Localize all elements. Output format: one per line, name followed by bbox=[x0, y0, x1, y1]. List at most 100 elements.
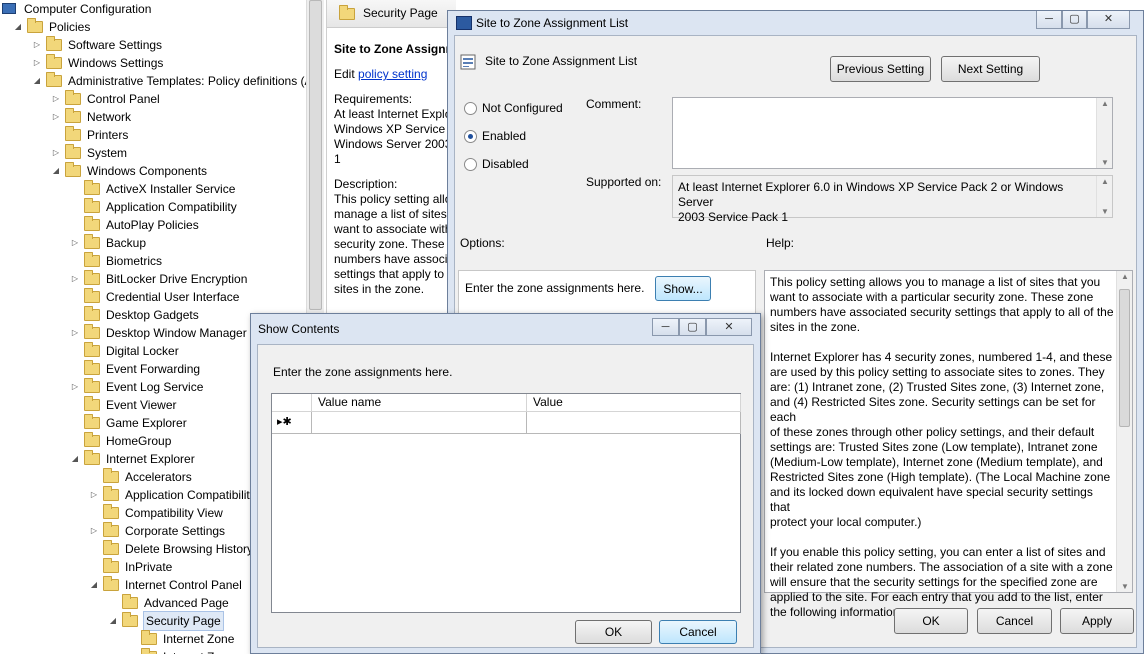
sc-cancel-button[interactable]: Cancel bbox=[659, 620, 737, 644]
collapsed-arrow-icon[interactable]: ▷ bbox=[51, 144, 61, 162]
collapsed-arrow-icon[interactable]: ▷ bbox=[51, 108, 61, 126]
tree-item[interactable]: ▷ BitLocker Drive Encryption bbox=[0, 270, 306, 288]
tree-item[interactable]: ▷ System bbox=[0, 144, 306, 162]
value-column-header[interactable]: Value bbox=[527, 394, 741, 412]
tree-item[interactable]: ▷ Control Panel bbox=[0, 90, 306, 108]
expanded-arrow-icon[interactable]: ◢ bbox=[108, 612, 118, 630]
value-grid[interactable]: Value name Value ▸✱ bbox=[271, 393, 741, 613]
expanded-arrow-icon[interactable]: ◢ bbox=[89, 576, 99, 594]
value-cell[interactable] bbox=[527, 412, 741, 434]
scroll-down-icon[interactable]: ▼ bbox=[1097, 207, 1113, 216]
tree-item-label: Windows Settings bbox=[68, 56, 164, 70]
enabled-radio[interactable] bbox=[464, 130, 477, 143]
expanded-arrow-icon[interactable]: ◢ bbox=[51, 162, 61, 180]
apply-button[interactable]: Apply bbox=[1060, 608, 1134, 634]
tree-item[interactable]: ◢ Administrative Templates: Policy defini… bbox=[0, 72, 306, 90]
tree-item[interactable]: Printers bbox=[0, 126, 306, 144]
collapsed-arrow-icon[interactable]: ▷ bbox=[51, 90, 61, 108]
tree-item-label: Delete Browsing History bbox=[125, 542, 254, 556]
policy-setting-link[interactable]: policy setting bbox=[358, 67, 427, 81]
help-label: Help: bbox=[766, 236, 795, 250]
help-scrollbar-thumb[interactable] bbox=[1119, 289, 1130, 427]
tree-item[interactable]: Credential User Interface bbox=[0, 288, 306, 306]
collapsed-arrow-icon[interactable]: ▷ bbox=[70, 324, 80, 342]
folder-icon bbox=[84, 288, 100, 303]
tree-item[interactable]: ▷ Software Settings bbox=[0, 36, 306, 54]
tree-item-label: HomeGroup bbox=[106, 434, 172, 448]
collapsed-arrow-icon[interactable]: ▷ bbox=[70, 270, 80, 288]
folder-icon bbox=[46, 54, 62, 69]
tree-item-label: Intranet Zone bbox=[163, 648, 234, 654]
tree-item[interactable]: ActiveX Installer Service bbox=[0, 180, 306, 198]
scroll-up-icon[interactable]: ▲ bbox=[1097, 177, 1113, 186]
description-line: This policy setting allo bbox=[334, 192, 452, 206]
show-button[interactable]: Show... bbox=[655, 276, 711, 301]
tree-item-label: Game Explorer bbox=[106, 416, 187, 430]
scroll-up-icon[interactable]: ▲ bbox=[1117, 272, 1133, 281]
close-button[interactable]: ✕ bbox=[1087, 11, 1130, 29]
not-configured-radio[interactable] bbox=[464, 102, 477, 115]
cancel-button[interactable]: Cancel bbox=[977, 608, 1052, 634]
scroll-up-icon[interactable]: ▲ bbox=[1097, 99, 1113, 108]
sc-ok-button[interactable]: OK bbox=[575, 620, 652, 644]
tree-item-label: Digital Locker bbox=[106, 344, 179, 358]
tree-item[interactable]: ▷ Backup bbox=[0, 234, 306, 252]
value-name-column-header[interactable]: Value name bbox=[312, 394, 527, 412]
maximize-button[interactable]: ▢ bbox=[1062, 11, 1087, 29]
tree-item[interactable]: ▷ Windows Settings bbox=[0, 54, 306, 72]
sc-maximize-button[interactable]: ▢ bbox=[679, 318, 706, 336]
next-setting-button[interactable]: Next Setting bbox=[941, 56, 1040, 82]
folder-icon bbox=[84, 180, 100, 195]
folder-icon bbox=[103, 522, 119, 537]
explain-tab[interactable]: Security Page bbox=[327, 0, 456, 28]
folder-icon bbox=[46, 36, 62, 51]
value-name-cell[interactable] bbox=[312, 412, 527, 434]
help-line: and its locked down equivalent have spec… bbox=[770, 485, 1093, 514]
help-line: sites in the zone. bbox=[770, 320, 861, 334]
collapsed-arrow-icon[interactable]: ▷ bbox=[70, 234, 80, 252]
help-line: applied to the site. For each entry that… bbox=[770, 590, 1103, 604]
tree-item[interactable]: Biometrics bbox=[0, 252, 306, 270]
tree-item[interactable]: ◢ Windows Components bbox=[0, 162, 306, 180]
folder-icon bbox=[27, 18, 43, 33]
ok-button[interactable]: OK bbox=[894, 608, 968, 634]
sc-minimize-button[interactable]: ─ bbox=[652, 318, 679, 336]
expanded-arrow-icon[interactable]: ◢ bbox=[13, 18, 23, 36]
tree-scrollbar-thumb[interactable] bbox=[309, 0, 322, 310]
help-scrollbar[interactable]: ▲ ▼ bbox=[1116, 271, 1132, 592]
previous-setting-button[interactable]: Previous Setting bbox=[830, 56, 931, 82]
tree-item[interactable]: ▷ Network bbox=[0, 108, 306, 126]
help-line: will ensure that the security settings f… bbox=[770, 575, 1098, 589]
comment-textarea[interactable]: ▲ ▼ bbox=[672, 97, 1113, 169]
scroll-down-icon[interactable]: ▼ bbox=[1117, 582, 1133, 591]
comment-scrollbar[interactable]: ▲ ▼ bbox=[1096, 98, 1112, 168]
tree-item[interactable]: Computer Configuration bbox=[0, 0, 306, 18]
help-line: their related zone numbers. The associat… bbox=[770, 560, 1113, 574]
collapsed-arrow-icon[interactable]: ▷ bbox=[32, 36, 42, 54]
tree-item[interactable]: AutoPlay Policies bbox=[0, 216, 306, 234]
help-line: are: (1) Intranet zone, (2) Trusted Site… bbox=[770, 380, 1105, 394]
collapsed-arrow-icon[interactable]: ▷ bbox=[32, 54, 42, 72]
tree-item-label: ActiveX Installer Service bbox=[106, 182, 236, 196]
folder-icon bbox=[84, 432, 100, 447]
supported-scrollbar[interactable]: ▲ ▼ bbox=[1096, 176, 1112, 217]
dialog-titlebar[interactable]: Site to Zone Assignment List bbox=[456, 16, 628, 30]
tree-item-label: Event Forwarding bbox=[106, 362, 201, 376]
tree-item[interactable]: ◢ Policies bbox=[0, 18, 306, 36]
collapsed-arrow-icon[interactable]: ▷ bbox=[89, 522, 99, 540]
show-contents-client: Enter the zone assignments here. Value n… bbox=[257, 344, 754, 648]
collapsed-arrow-icon[interactable]: ▷ bbox=[70, 378, 80, 396]
new-row-marker: ▸✱ bbox=[272, 412, 312, 434]
folder-icon bbox=[84, 396, 100, 411]
requirements-block: Requirements: At least Internet Explo Wi… bbox=[334, 92, 456, 167]
supported-on-field: At least Internet Explorer 6.0 in Window… bbox=[672, 175, 1113, 224]
description-line: sites in the zone. bbox=[334, 282, 425, 296]
collapsed-arrow-icon[interactable]: ▷ bbox=[89, 486, 99, 504]
minimize-button[interactable]: ─ bbox=[1036, 11, 1062, 29]
sc-close-button[interactable]: ✕ bbox=[706, 318, 752, 336]
tree-item[interactable]: Application Compatibility bbox=[0, 198, 306, 216]
expanded-arrow-icon[interactable]: ◢ bbox=[70, 450, 80, 468]
disabled-radio[interactable] bbox=[464, 158, 477, 171]
scroll-down-icon[interactable]: ▼ bbox=[1097, 158, 1113, 167]
expanded-arrow-icon[interactable]: ◢ bbox=[32, 72, 42, 90]
